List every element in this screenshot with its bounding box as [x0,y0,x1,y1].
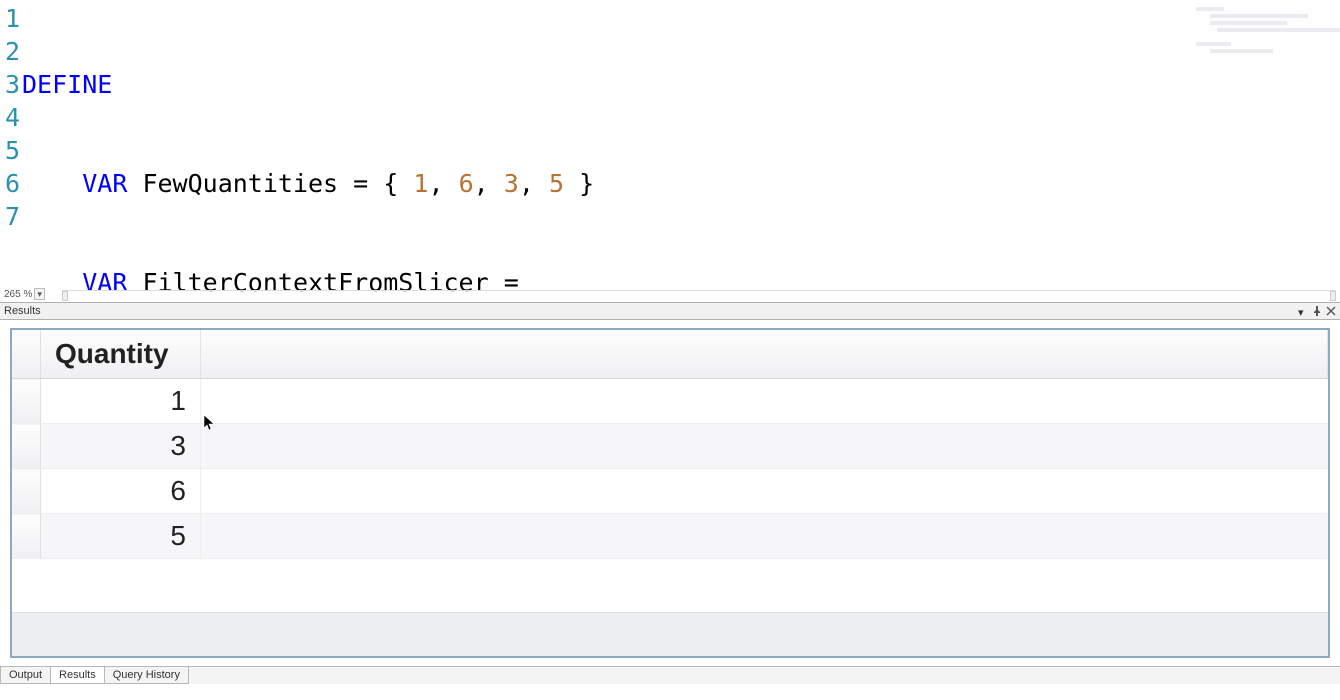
brace-close: } [579,169,594,198]
code-text[interactable]: DEFINE VAR FewQuantities = { 1, 6, 3, 5 … [22,2,1166,302]
scroll-right-icon[interactable] [1330,291,1336,301]
number-literal: 3 [504,169,519,198]
results-grid[interactable]: Quantity 1 3 6 5 [12,330,1328,559]
panel-pin-icon[interactable] [1312,306,1322,316]
table-row[interactable]: 6 [12,469,1328,514]
row-header-corner[interactable] [12,330,41,379]
line-number: 3 [0,68,20,101]
row-header[interactable] [12,379,41,424]
op-equals: = [353,169,368,198]
line-number: 6 [0,167,20,200]
minimap[interactable] [1196,4,1336,134]
comma: , [474,169,489,198]
panel-close-icon[interactable] [1326,306,1336,316]
grid-footer-strip [12,612,1328,656]
cell-empty [201,514,1328,559]
zoom-indicator: 265 % ▾ [4,288,45,300]
identifier: FewQuantities [142,169,338,198]
code-editor-pane: 1 2 3 4 5 6 7 DEFINE VAR FewQuantities =… [0,0,1340,302]
keyword-var: VAR [82,169,127,198]
number-literal: 1 [413,169,428,198]
cell-empty [201,424,1328,469]
line-number: 2 [0,35,20,68]
results-panel-header: Results ▾ [0,302,1340,320]
horizontal-scrollbar[interactable] [62,290,1336,300]
line-number: 5 [0,134,20,167]
cell-empty [201,379,1328,424]
line-number: 4 [0,101,20,134]
line-number-gutter: 1 2 3 4 5 6 7 [0,2,22,302]
tab-output[interactable]: Output [0,667,51,684]
bottom-tab-bar: Output Results Query History [0,666,1340,684]
brace-open: { [383,169,398,198]
mouse-cursor-icon [204,415,216,433]
cell-value[interactable]: 1 [41,379,201,424]
cell-value[interactable]: 6 [41,469,201,514]
comma: , [519,169,534,198]
row-header[interactable] [12,424,41,469]
line-number: 1 [0,2,20,35]
column-header-quantity[interactable]: Quantity [41,330,201,379]
cell-value[interactable]: 3 [41,424,201,469]
results-grid-container: Quantity 1 3 6 5 [10,328,1330,658]
zoom-value: 265 % [4,289,32,300]
results-panel-title: Results [4,305,41,317]
code-area[interactable]: 1 2 3 4 5 6 7 DEFINE VAR FewQuantities =… [0,0,1340,302]
number-literal: 5 [549,169,564,198]
table-row[interactable]: 5 [12,514,1328,559]
number-literal: 6 [459,169,474,198]
cell-value[interactable]: 5 [41,514,201,559]
column-header-empty [201,330,1328,379]
zoom-dropdown[interactable]: ▾ [34,288,45,300]
tab-query-history[interactable]: Query History [104,667,189,684]
keyword-define: DEFINE [22,70,112,99]
panel-dropdown-icon[interactable]: ▾ [1298,306,1308,316]
line-number: 7 [0,200,20,233]
cell-empty [201,469,1328,514]
tab-results[interactable]: Results [50,667,105,684]
row-header[interactable] [12,469,41,514]
results-panel-body: Quantity 1 3 6 5 [0,320,1340,666]
comma: , [428,169,443,198]
scroll-left-icon[interactable] [62,291,68,301]
row-header[interactable] [12,514,41,559]
